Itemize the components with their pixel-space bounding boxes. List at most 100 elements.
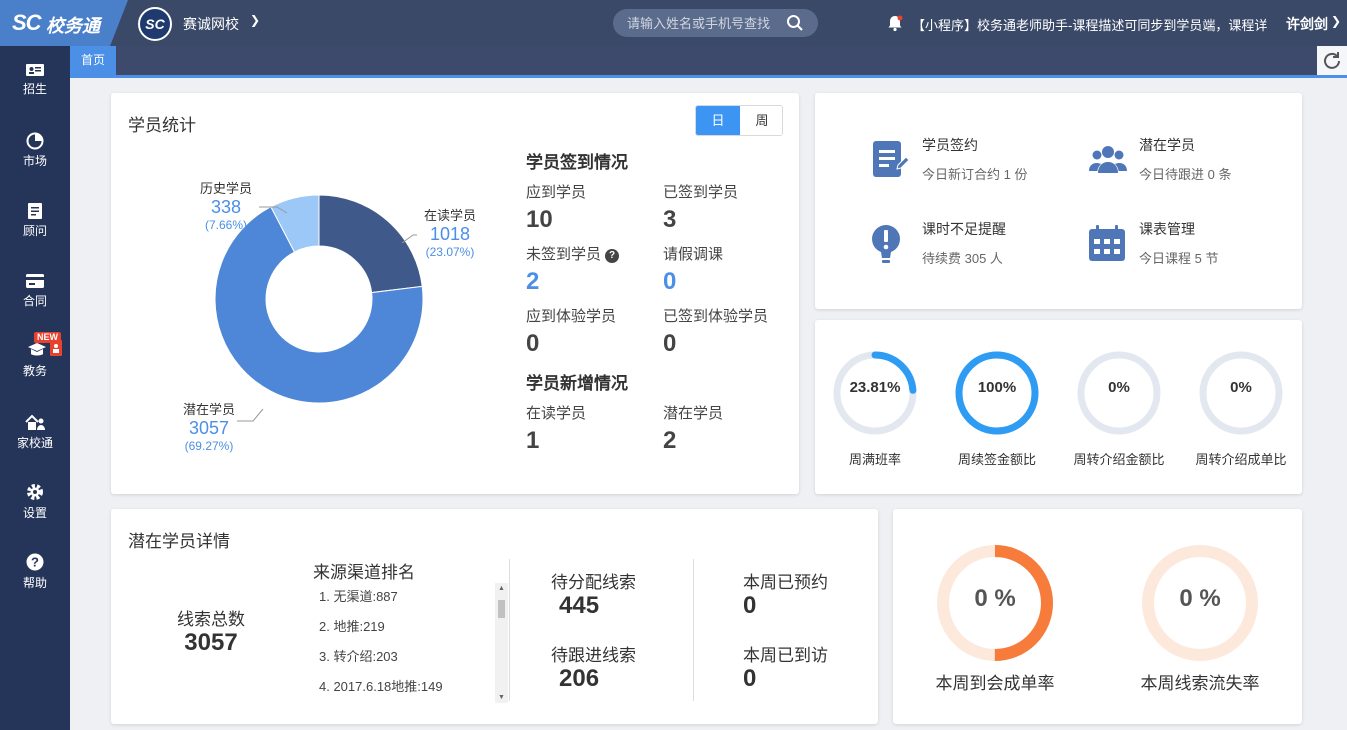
- quick-link-potential[interactable]: 潜在学员 今日待跟进 0 条: [1087, 135, 1287, 185]
- ring-value: 0%: [1108, 379, 1130, 396]
- search-input[interactable]: [627, 14, 787, 32]
- stat-checked-in: 已签到学员 3: [663, 181, 738, 234]
- stat-value: 10: [526, 206, 553, 233]
- sidebar-item-market[interactable]: 市场: [0, 132, 70, 192]
- pie-slice-name: 历史学员: [199, 181, 252, 196]
- sidebar-item-enrollment[interactable]: 招生: [0, 62, 70, 122]
- quick-link-title: 学员签约: [922, 137, 978, 153]
- search-icon[interactable]: [786, 14, 804, 32]
- sidebar: 招生 市场 顾问 合同 NEW 教务 家校通 设置 ? 帮助: [0, 46, 70, 730]
- sidebar-item-settings[interactable]: 设置: [0, 482, 70, 542]
- chevron-down-icon[interactable]: ❯: [250, 13, 260, 27]
- stat-label: 已签到体验学员: [663, 308, 769, 325]
- gear-icon: [27, 484, 43, 500]
- sidebar-item-contract[interactable]: 合同: [0, 272, 70, 332]
- rate-lead-churn: 0 % 本周线索流失率: [1125, 543, 1275, 693]
- stat-value: 2: [663, 427, 677, 454]
- rate-label: 本周到会成单率: [935, 674, 1055, 693]
- ring-value: 23.81%: [849, 379, 901, 396]
- help-icon[interactable]: ?: [605, 249, 620, 263]
- school-logo: SC: [138, 7, 172, 41]
- app-logo[interactable]: SC 校务通: [0, 0, 128, 46]
- sidebar-item-help[interactable]: ? 帮助: [0, 552, 70, 612]
- quick-link-title: 潜在学员: [1139, 137, 1195, 153]
- stat-trial-checked-in: 已签到体验学员 0: [663, 305, 768, 358]
- top-bar: SC 校务通 SC 赛诚网校 ❯ 【小程序】校务通老师助手-课程描述可同步到学员…: [0, 0, 1347, 46]
- bell-icon[interactable]: [886, 14, 904, 32]
- sidebar-item-academic[interactable]: NEW 教务: [0, 332, 70, 398]
- pie-slice-value: 338: [210, 197, 242, 217]
- quick-link-schedule[interactable]: 课表管理 今日课程 5 节: [1087, 219, 1287, 269]
- school-name[interactable]: 赛诚网校: [183, 14, 239, 34]
- sidebar-item-label: 设置: [22, 506, 47, 520]
- stat-label: 应到学员: [526, 184, 587, 201]
- quick-link-hours-alert[interactable]: 课时不足提醒 待续费 305 人: [870, 219, 1070, 269]
- svg-text:?: ?: [31, 555, 39, 570]
- refresh-icon: [1324, 52, 1340, 69]
- new-section-title: 学员新增情况: [526, 374, 628, 393]
- user-name[interactable]: 许剑剑: [1286, 14, 1328, 34]
- search-box: [613, 9, 818, 37]
- calendar-icon: [1089, 225, 1125, 261]
- stat-label: 应到体验学员: [526, 308, 617, 325]
- lead-stat-value: 206: [559, 665, 600, 692]
- sidebar-item-label: 家校通: [16, 436, 53, 450]
- donut-slice-enrolled[interactable]: [318, 194, 423, 294]
- scroll-down-icon[interactable]: ▼: [497, 694, 506, 701]
- stat-value[interactable]: 2: [526, 268, 619, 296]
- stat-label: 潜在学员: [663, 405, 724, 422]
- sidebar-item-label: 市场: [22, 154, 47, 168]
- tab-home[interactable]: 首页: [70, 46, 116, 75]
- pie-slice-percent: (69.27%): [184, 439, 234, 453]
- stat-value: 0: [526, 330, 540, 357]
- quick-link-signing[interactable]: 学员签约 今日新订合约 1 份: [870, 135, 1070, 185]
- ring-value: 0%: [1230, 379, 1252, 396]
- scroll-thumb[interactable]: [498, 600, 505, 618]
- channel-rank-list[interactable]: 1. 无渠道:887 2. 地推:219 3. 转介绍:203 4. 2017.…: [319, 589, 495, 701]
- stat-value: 3: [663, 206, 677, 233]
- pie-label-history: 历史学员 338 (7.66%): [193, 178, 259, 232]
- student-stats-card: 学员统计 日 周 历史学员 338 (7.66%) 在读学员 1018 (23.…: [111, 93, 799, 494]
- sidebar-item-home-school[interactable]: 家校通: [0, 412, 70, 472]
- list-item: 3. 转介绍:203: [319, 649, 398, 664]
- rate-label: 本周线索流失率: [1140, 674, 1260, 693]
- notice-text[interactable]: 【小程序】校务通老师助手-课程描述可同步到学员端，课程详: [912, 15, 1272, 34]
- stat-value: 0: [663, 330, 677, 357]
- ring-referral-amount-ratio: 0% 周转介绍金额比: [1059, 349, 1179, 468]
- scroll-up-icon[interactable]: ▲: [497, 585, 506, 592]
- sidebar-item-label: 招生: [22, 82, 47, 96]
- ring-referral-deal-ratio: 0% 周转介绍成单比: [1181, 349, 1301, 468]
- users-icon: [1089, 146, 1127, 173]
- quick-link-title: 课时不足提醒: [922, 221, 1006, 237]
- stat-leave: 请假调课 0: [663, 243, 723, 296]
- refresh-button[interactable]: [1317, 46, 1347, 75]
- pie-slice-percent: (7.66%): [204, 218, 248, 232]
- card-title: 潜在学员详情: [128, 532, 230, 551]
- sidebar-item-consultant[interactable]: 顾问: [0, 202, 70, 262]
- quick-links-card: 学员签约 今日新订合约 1 份 潜在学员 今日待跟进 0 条 课时不足提醒 待续…: [815, 93, 1302, 309]
- divider: [509, 559, 510, 701]
- pie-chart-icon: [26, 132, 44, 150]
- toggle-week[interactable]: 周: [740, 106, 782, 135]
- pie-slice-value: 1018: [429, 224, 471, 244]
- stat-label: 未签到学员: [526, 246, 602, 263]
- lead-stat-label: 本周已预约: [743, 573, 828, 592]
- lead-stat-label: 待跟进线索: [551, 646, 636, 665]
- rank-scrollbar[interactable]: ▲ ▼: [495, 583, 508, 703]
- quick-link-subtitle: 今日新订合约 1 份: [922, 167, 1028, 182]
- chevron-down-icon[interactable]: ❯: [1331, 14, 1341, 28]
- rate-meeting-deal: 0 % 本周到会成单率: [920, 543, 1070, 693]
- toggle-day[interactable]: 日: [696, 106, 740, 135]
- rate-value: 0 %: [974, 585, 1016, 612]
- list-item: 4. 2017.6.18地推:149: [319, 679, 443, 694]
- lead-stat-label: 本周已到访: [743, 646, 828, 665]
- card-title: 学员统计: [128, 116, 196, 135]
- stat-value: 1: [526, 427, 540, 454]
- sidebar-item-label: 合同: [22, 294, 47, 308]
- stat-value[interactable]: 0: [663, 268, 723, 296]
- quick-link-subtitle: 今日待跟进 0 条: [1139, 167, 1232, 182]
- period-toggle: 日 周: [695, 105, 783, 136]
- ring-label: 周续签金额比: [957, 452, 1036, 467]
- new-badge: NEW: [34, 332, 61, 343]
- pie-slice-percent: (23.07%): [425, 245, 475, 259]
